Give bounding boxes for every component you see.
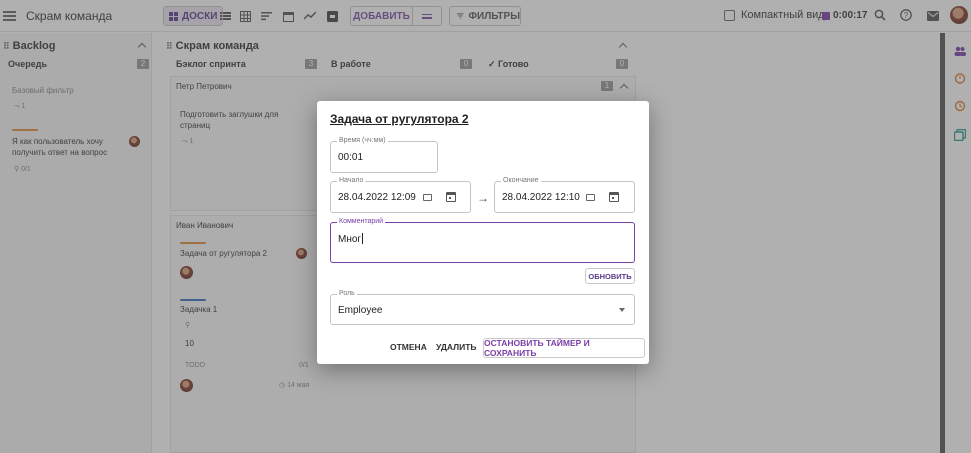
update-button[interactable]: ОБНОВИТЬ bbox=[585, 268, 635, 284]
comment-field[interactable]: Комментарий Мног bbox=[330, 218, 635, 263]
keyboard-icon[interactable] bbox=[586, 194, 595, 201]
role-select-label: Роль bbox=[337, 290, 357, 297]
time-field-value: 00:01 bbox=[338, 152, 364, 163]
end-field-label: Окончание bbox=[501, 177, 541, 184]
stop-timer-save-button[interactable]: ОСТАНОВИТЬ ТАЙМЕР И СОХРАНИТЬ bbox=[483, 338, 645, 358]
app-root: Скрам команда ДОСКИ ДОБАВИТЬ ФИЛЬТРЫ Ком… bbox=[0, 0, 971, 453]
start-datetime-field[interactable]: Начало 28.04.2022 12:09 bbox=[330, 177, 471, 213]
comment-field-label: Комментарий bbox=[337, 218, 386, 225]
comment-text: Мног bbox=[338, 234, 362, 245]
dialog-title[interactable]: Задача от рyгулятора 2 bbox=[330, 112, 469, 126]
comment-field-value: Мног bbox=[338, 233, 364, 245]
start-field-label: Начало bbox=[337, 177, 366, 184]
text-caret bbox=[362, 233, 364, 244]
time-field[interactable]: Время (чч:мм) 00:01 bbox=[330, 137, 438, 173]
end-datetime-field[interactable]: Окончание 28.04.2022 12:10 bbox=[494, 177, 635, 213]
keyboard-icon[interactable] bbox=[423, 194, 432, 201]
start-field-value: 28.04.2022 12:09 bbox=[338, 192, 416, 203]
dropdown-arrow-icon[interactable] bbox=[619, 308, 625, 312]
task-timer-dialog: Задача от рyгулятора 2 Время (чч:мм) 00:… bbox=[317, 101, 649, 364]
cancel-button[interactable]: ОТМЕНА bbox=[390, 342, 427, 352]
delete-button[interactable]: УДАЛИТЬ bbox=[436, 342, 477, 352]
role-select-value: Employee bbox=[338, 305, 383, 316]
end-field-value: 28.04.2022 12:10 bbox=[502, 192, 580, 203]
time-field-label: Время (чч:мм) bbox=[337, 137, 388, 144]
calendar-icon[interactable] bbox=[446, 192, 456, 202]
calendar-icon[interactable] bbox=[609, 192, 619, 202]
role-select[interactable]: Роль Employee bbox=[330, 290, 635, 325]
range-arrow: → bbox=[477, 191, 489, 205]
